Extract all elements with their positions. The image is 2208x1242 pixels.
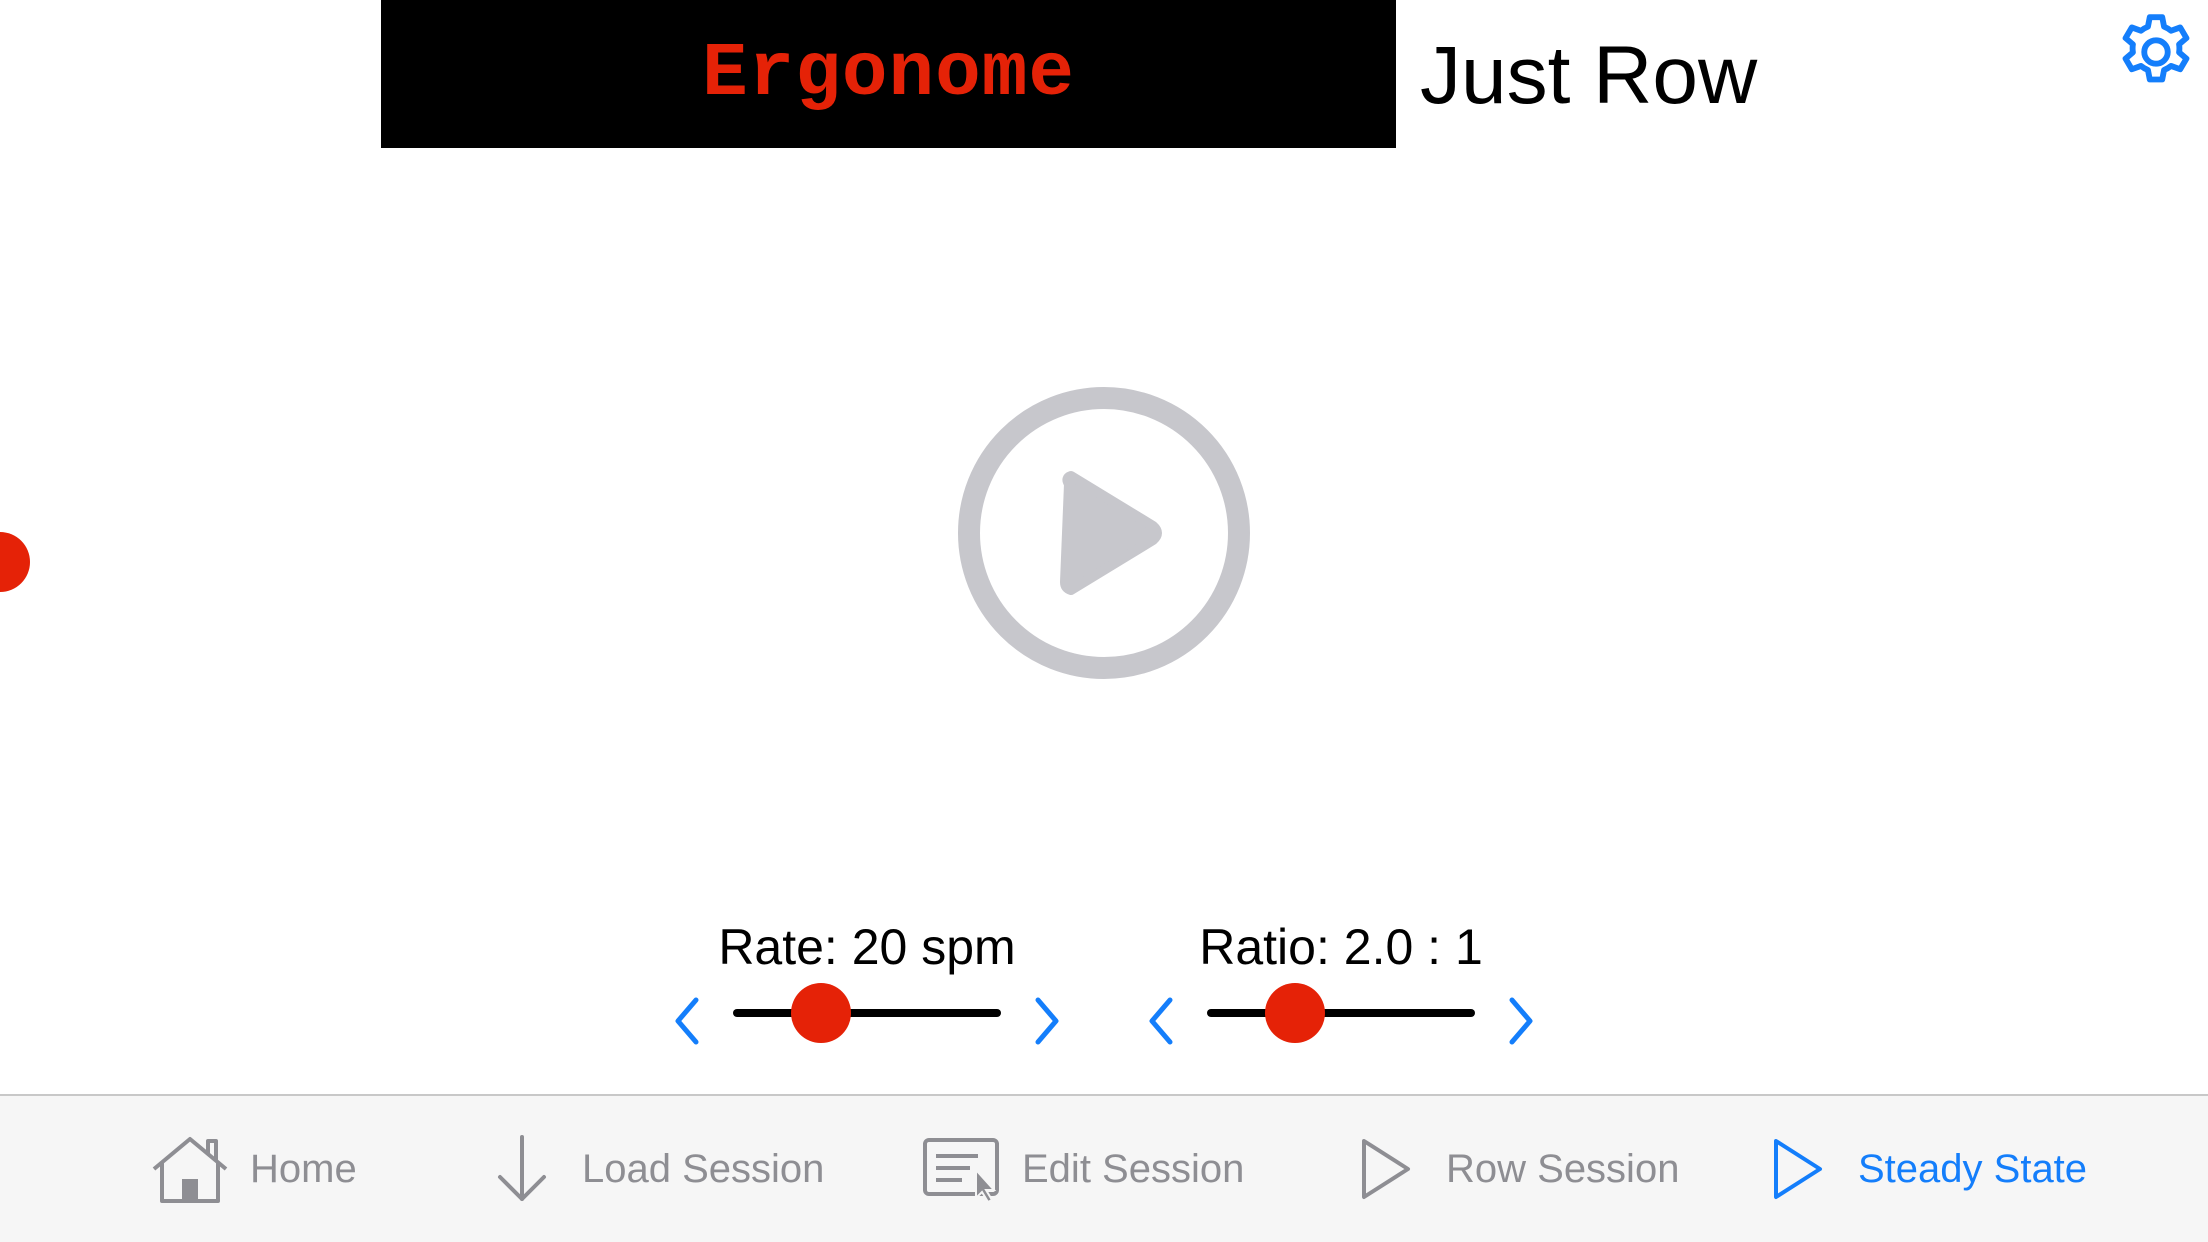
tab-steady-state[interactable]: Steady State xyxy=(1758,1096,2087,1242)
tab-bar: Home Load Session Edit Session Row Sessi… xyxy=(0,1094,2208,1242)
ratio-control: Ratio: 2.0 : 1 xyxy=(1131,908,1551,1048)
play-button[interactable] xyxy=(957,386,1251,680)
tab-label: Load Session xyxy=(582,1146,825,1191)
rate-label: Rate: 20 spm xyxy=(718,919,1016,975)
tab-row-session[interactable]: Row Session xyxy=(1346,1096,1679,1242)
home-icon xyxy=(150,1129,230,1209)
ergonome-logo-banner: Ergonome xyxy=(381,0,1396,148)
ratio-decrease-button[interactable] xyxy=(1131,986,1191,1056)
tab-label: Row Session xyxy=(1446,1146,1680,1191)
chevron-left-icon xyxy=(1149,997,1173,1045)
just-row-screen: Ergonome Just Row Rate: 20 spm Ratio: 2.… xyxy=(0,0,2208,1242)
logo-text: Ergonome xyxy=(702,31,1075,117)
tab-label: Home xyxy=(250,1146,357,1191)
rate-increase-button[interactable] xyxy=(1017,986,1077,1056)
rate-slider-track[interactable] xyxy=(733,1009,1001,1017)
tab-load-session[interactable]: Load Session xyxy=(482,1096,824,1242)
ratio-label: Ratio: 2.0 : 1 xyxy=(1199,919,1483,975)
side-indicator-dot xyxy=(0,532,30,592)
edit-document-icon xyxy=(922,1129,1002,1209)
play-outline-icon xyxy=(1758,1129,1838,1209)
settings-button[interactable] xyxy=(2108,4,2204,100)
gear-icon xyxy=(2122,14,2190,83)
chevron-right-icon xyxy=(1509,997,1533,1045)
ratio-slider-track[interactable] xyxy=(1207,1009,1475,1017)
chevron-right-icon xyxy=(1035,997,1059,1045)
tab-home[interactable]: Home xyxy=(150,1096,357,1242)
download-arrow-icon xyxy=(482,1129,562,1209)
play-outline-icon xyxy=(1346,1129,1426,1209)
tab-edit-session[interactable]: Edit Session xyxy=(922,1096,1244,1242)
rate-decrease-button[interactable] xyxy=(657,986,717,1056)
page-title: Just Row xyxy=(1420,30,1758,121)
ratio-increase-button[interactable] xyxy=(1491,986,1551,1056)
tab-label: Steady State xyxy=(1858,1146,2088,1191)
ratio-slider-thumb[interactable] xyxy=(1265,983,1326,1043)
chevron-left-icon xyxy=(675,997,699,1045)
tab-label: Edit Session xyxy=(1022,1146,1245,1191)
play-circle-icon xyxy=(958,387,1250,679)
rate-control: Rate: 20 spm xyxy=(657,908,1077,1048)
rate-slider-thumb[interactable] xyxy=(791,983,852,1043)
